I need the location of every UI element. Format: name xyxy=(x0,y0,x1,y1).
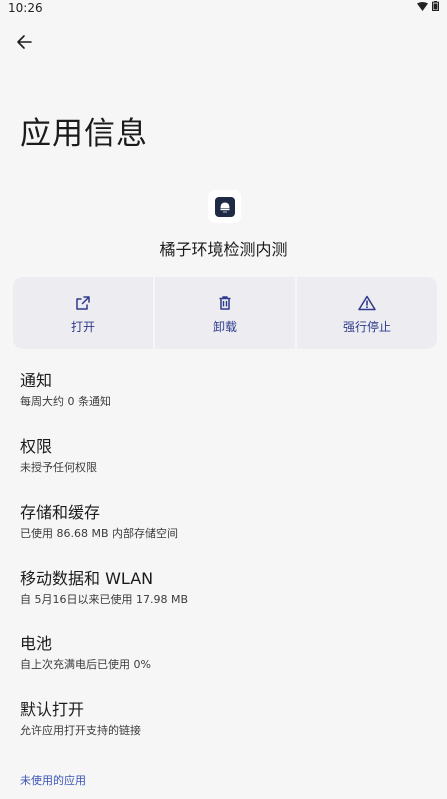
trash-icon xyxy=(217,292,233,314)
settings-item-permissions[interactable]: 权限 未授予任何权限 xyxy=(20,437,430,475)
open-label: 打开 xyxy=(70,319,95,334)
unused-apps-link[interactable]: 未使用的应用 xyxy=(20,772,86,788)
app-icon xyxy=(208,190,241,223)
settings-item-subtitle: 自上次充满电后已使用 0% xyxy=(20,658,151,671)
open-external-icon xyxy=(75,292,91,314)
battery-icon xyxy=(432,1,439,11)
settings-item-storage[interactable]: 存储和缓存 已使用 86.68 MB 内部存储空间 xyxy=(20,503,430,541)
settings-item-subtitle: 允许应用打开支持的链接 xyxy=(20,724,141,737)
settings-item-battery[interactable]: 电池 自上次充满电后已使用 0% xyxy=(20,634,430,672)
arrow-back-icon xyxy=(17,35,32,49)
action-buttons: 打开 卸载 强行停止 xyxy=(13,277,437,349)
warning-icon xyxy=(358,292,376,314)
status-icons xyxy=(417,1,439,11)
settings-item-data-usage[interactable]: 移动数据和 WLAN 自 5月16日以来已使用 17.98 MB xyxy=(20,569,430,607)
back-button[interactable] xyxy=(10,28,38,56)
settings-item-title: 电池 xyxy=(20,634,53,653)
open-button[interactable]: 打开 xyxy=(13,277,153,349)
settings-item-open-by-default[interactable]: 默认打开 允许应用打开支持的链接 xyxy=(20,700,430,738)
settings-item-subtitle: 每周大约 0 条通知 xyxy=(20,395,111,408)
settings-item-title: 权限 xyxy=(20,437,53,456)
app-name: 橘子环境检测内测 xyxy=(159,240,288,259)
status-bar: 10:26 xyxy=(0,0,447,18)
settings-item-title: 通知 xyxy=(20,371,53,390)
page-title: 应用信息 xyxy=(20,116,148,152)
force-stop-label: 强行停止 xyxy=(342,319,391,334)
force-stop-button[interactable]: 强行停止 xyxy=(297,277,437,349)
settings-item-notifications[interactable]: 通知 每周大约 0 条通知 xyxy=(20,371,430,409)
uninstall-label: 卸载 xyxy=(212,319,237,334)
settings-item-subtitle: 已使用 86.68 MB 内部存储空间 xyxy=(20,527,179,540)
app-logo-icon xyxy=(214,196,235,217)
settings-item-title: 存储和缓存 xyxy=(20,503,101,522)
settings-item-title: 移动数据和 WLAN xyxy=(20,569,154,588)
status-time: 10:26 xyxy=(8,1,43,15)
uninstall-button[interactable]: 卸载 xyxy=(155,277,295,349)
settings-item-subtitle: 自 5月16日以来已使用 17.98 MB xyxy=(20,593,189,606)
wifi-icon xyxy=(417,1,428,11)
settings-item-title: 默认打开 xyxy=(20,700,85,719)
settings-item-subtitle: 未授予任何权限 xyxy=(20,461,97,474)
